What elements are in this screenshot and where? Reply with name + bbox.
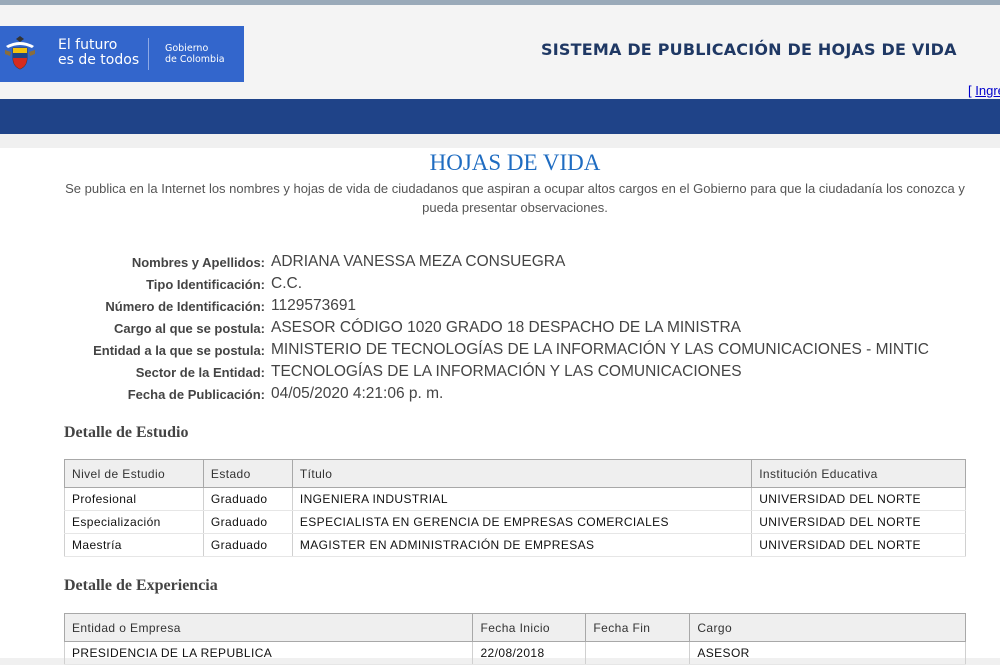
table-cell: INGENIERA INDUSTRIAL (291, 487, 753, 511)
table-row: PRESIDENCIA DE LA REPUBLICA 22/08/2018 A… (63, 641, 966, 665)
logo-tagline-line2: es de todos (58, 52, 140, 68)
experience-section-title: Detalle de Experiencia (64, 577, 218, 594)
table-header-row: Nivel de Estudio Estado Título Instituci… (64, 459, 966, 488)
table-cell: UNIVERSIDAD DEL NORTE (751, 533, 966, 557)
table-cell: ESPECIALISTA EN GERENCIA DE EMPRESAS COM… (291, 510, 753, 534)
logo-divider (148, 38, 149, 70)
education-table: Nivel de Estudio Estado Título Instituci… (64, 459, 966, 557)
field-value: MINISTERIO DE TECNOLOGÍAS DE LA INFORMAC… (271, 341, 929, 358)
table-cell: UNIVERSIDAD DEL NORTE (751, 487, 966, 511)
login-area: [ Ingresar (968, 83, 1000, 98)
intro-text: Se publica en la Internet los nombres y … (65, 181, 965, 215)
field-entity: Entidad a la que se postula: MINISTERIO … (0, 341, 1000, 361)
table-cell: Maestría (64, 533, 204, 557)
field-position: Cargo al que se postula: ASESOR CÓDIGO 1… (0, 319, 1000, 339)
column-header: Estado (202, 459, 293, 488)
table-header-row: Entidad o Empresa Fecha Inicio Fecha Fin… (63, 613, 966, 642)
field-id-type: Tipo Identificación: C.C. (0, 275, 1000, 295)
table-row: Maestría Graduado MAGISTER EN ADMINISTRA… (64, 533, 966, 557)
field-label: Entidad a la que se postula: (93, 343, 265, 358)
education-section-title: Detalle de Estudio (64, 424, 189, 441)
login-bracket: [ (968, 83, 972, 98)
gov-logo[interactable]: El futuro es de todos Gobierno de Colomb… (0, 26, 244, 82)
column-header: Entidad o Empresa (63, 613, 474, 642)
table-cell: Graduado (202, 510, 293, 534)
field-sector: Sector de la Entidad: TECNOLOGÍAS DE LA … (0, 363, 1000, 383)
column-header: Cargo (689, 613, 966, 642)
column-header: Fecha Inicio (472, 613, 587, 642)
column-header: Institución Educativa (751, 459, 966, 488)
logo-tagline-line1: El futuro (58, 37, 118, 53)
table-cell: ASESOR (689, 641, 966, 665)
page-title: HOJAS DE VIDA (429, 150, 601, 175)
logo-gov-line1: Gobierno (165, 43, 209, 54)
login-link[interactable]: Ingresar (975, 83, 1000, 98)
logo-gov-line2: de Colombia (165, 54, 225, 65)
column-header: Nivel de Estudio (64, 459, 204, 488)
field-full-name: Nombres y Apellidos: ADRIANA VANESSA MEZ… (0, 253, 1000, 273)
table-row: Profesional Graduado INGENIERA INDUSTRIA… (64, 487, 966, 511)
field-publication-date: Fecha de Publicación: 04/05/2020 4:21:06… (0, 385, 1000, 405)
field-label: Fecha de Publicación: (127, 387, 265, 402)
field-value: 04/05/2020 4:21:06 p. m. (271, 385, 444, 402)
table-cell: Graduado (202, 533, 293, 557)
field-value: TECNOLOGÍAS DE LA INFORMACIÓN Y LAS COMU… (271, 363, 742, 380)
table-row: Especialización Graduado ESPECIALISTA EN… (64, 510, 966, 534)
field-value: ADRIANA VANESSA MEZA CONSUEGRA (271, 253, 566, 270)
table-cell: Profesional (64, 487, 204, 511)
table-cell (585, 641, 691, 665)
table-cell: MAGISTER EN ADMINISTRACIÓN DE EMPRESAS (291, 533, 753, 557)
field-label: Sector de la Entidad: (135, 365, 265, 380)
column-header: Título (291, 459, 753, 488)
coat-of-arms-icon (2, 36, 38, 72)
logo-tagline: El futuro es de todos (58, 38, 139, 68)
field-label: Número de Identificación: (105, 299, 265, 314)
system-title: SISTEMA DE PUBLICACIÓN DE HOJAS DE VIDA (541, 40, 957, 59)
field-label: Tipo Identificación: (146, 277, 265, 292)
field-id-number: Número de Identificación: 1129573691 (0, 297, 1000, 317)
table-cell: PRESIDENCIA DE LA REPUBLICA (63, 641, 474, 665)
field-label: Cargo al que se postula: (114, 321, 265, 336)
table-cell: Especialización (64, 510, 204, 534)
table-cell: 22/08/2018 (472, 641, 587, 665)
field-value: C.C. (271, 275, 302, 292)
table-cell: Graduado (202, 487, 293, 511)
logo-government: Gobierno de Colombia (165, 43, 225, 65)
field-label: Nombres y Apellidos: (131, 255, 265, 270)
experience-table: Entidad o Empresa Fecha Inicio Fecha Fin… (63, 613, 966, 665)
field-value: 1129573691 (271, 297, 357, 314)
column-header: Fecha Fin (585, 613, 691, 642)
table-cell: UNIVERSIDAD DEL NORTE (751, 510, 966, 534)
field-value: ASESOR CÓDIGO 1020 GRADO 18 DESPACHO DE … (271, 319, 742, 336)
nav-bar (0, 99, 1000, 134)
